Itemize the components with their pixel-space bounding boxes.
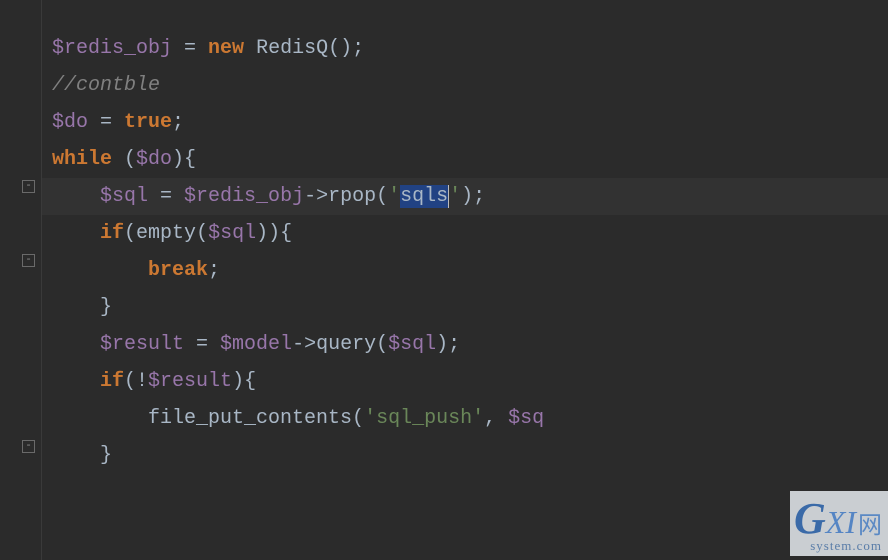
keyword: true xyxy=(124,111,172,134)
variable: $redis_obj xyxy=(52,37,172,60)
punct: ; xyxy=(172,111,184,134)
punct: } xyxy=(52,296,112,319)
code-line[interactable]: if(!$result){ xyxy=(42,363,888,400)
punct: ( xyxy=(112,148,136,171)
watermark-g: G xyxy=(794,494,826,543)
variable: $sq xyxy=(508,407,544,430)
code-line[interactable]: } xyxy=(42,289,888,326)
punct: ->query( xyxy=(292,333,388,356)
punct: ( xyxy=(196,222,208,245)
string-quote: ' xyxy=(449,185,461,208)
punct: = xyxy=(172,37,208,60)
code-line[interactable]: $redis_obj = new RedisQ(); xyxy=(42,30,888,67)
watermark-logo: GXI网 system.com xyxy=(790,491,888,556)
code-line-active[interactable]: $sql = $redis_obj->rpop('sqls'); xyxy=(42,178,888,215)
watermark-xi: XI xyxy=(826,504,856,540)
punct: file_put_contents( xyxy=(52,407,364,430)
code-line[interactable]: while ($do){ xyxy=(42,141,888,178)
keyword: if xyxy=(100,222,124,245)
variable: $do xyxy=(52,111,88,134)
code-line[interactable]: $result = $model->query($sql); xyxy=(42,326,888,363)
punct: } xyxy=(52,444,112,467)
punct: ; xyxy=(208,259,220,282)
punct: RedisQ(); xyxy=(244,37,364,60)
punct: , xyxy=(484,407,508,430)
punct: (! xyxy=(124,370,148,393)
variable: $model xyxy=(220,333,292,356)
keyword: break xyxy=(148,259,208,282)
punct: ->rpop( xyxy=(304,185,388,208)
indent xyxy=(52,259,148,282)
string-quote: ' xyxy=(388,185,400,208)
indent xyxy=(52,185,100,208)
variable: $sql xyxy=(388,333,436,356)
punct: ); xyxy=(461,185,485,208)
keyword: while xyxy=(52,148,112,171)
watermark-wang: 网 xyxy=(858,513,882,539)
variable: $result xyxy=(148,370,232,393)
punct: ){ xyxy=(172,148,196,171)
variable: $sql xyxy=(100,185,148,208)
string: 'sql_push' xyxy=(364,407,484,430)
punct: = xyxy=(148,185,184,208)
gutter: - - - xyxy=(0,0,42,560)
variable: $sql xyxy=(208,222,256,245)
indent xyxy=(52,222,100,245)
variable: $do xyxy=(136,148,172,171)
code-line[interactable]: //contble xyxy=(42,67,888,104)
comment: //contble xyxy=(52,74,160,97)
punct: ( xyxy=(124,222,136,245)
punct: ); xyxy=(436,333,460,356)
punct: )){ xyxy=(256,222,292,245)
fold-button-if-result[interactable]: - xyxy=(22,440,35,453)
punct: ){ xyxy=(232,370,256,393)
punct: = xyxy=(88,111,124,134)
code-line[interactable]: break; xyxy=(42,252,888,289)
indent xyxy=(52,370,100,393)
code-line[interactable]: file_put_contents('sql_push', $sq xyxy=(42,400,888,437)
variable: $result xyxy=(100,333,184,356)
fold-button-while[interactable]: - xyxy=(22,180,35,193)
code-editor[interactable]: - - - $redis_obj = new RedisQ(); //contb… xyxy=(0,0,888,560)
variable: $redis_obj xyxy=(184,185,304,208)
punct: = xyxy=(184,333,220,356)
code-area[interactable]: $redis_obj = new RedisQ(); //contble $do… xyxy=(42,0,888,560)
selected-text[interactable]: sqls xyxy=(400,185,449,208)
function: empty xyxy=(136,222,196,245)
code-line[interactable]: if(empty($sql)){ xyxy=(42,215,888,252)
fold-button-if-empty[interactable]: - xyxy=(22,254,35,267)
code-line[interactable]: $do = true; xyxy=(42,104,888,141)
code-line[interactable]: } xyxy=(42,437,888,474)
keyword: if xyxy=(100,370,124,393)
keyword: new xyxy=(208,37,244,60)
indent xyxy=(52,333,100,356)
